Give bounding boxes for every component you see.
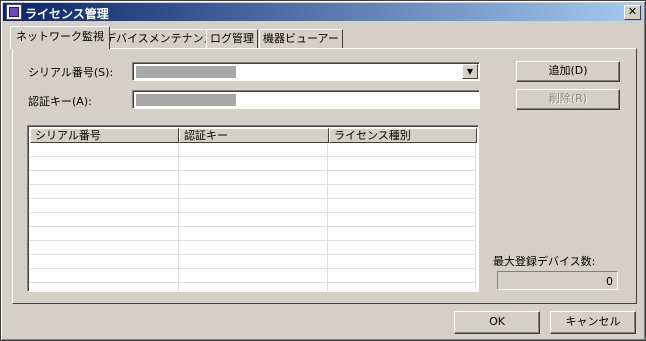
table-cell: [328, 283, 477, 291]
serial-combobox[interactable]: ▼: [132, 62, 480, 81]
table-cell: [30, 269, 179, 282]
window-title: ライセンス管理: [25, 7, 109, 21]
table-cell: [328, 241, 477, 254]
table-cell: [30, 199, 179, 212]
tab-network-monitor[interactable]: ネットワーク監視: [10, 26, 110, 49]
table-cell: [179, 143, 329, 156]
table-cell: [328, 199, 477, 212]
table-cell: [328, 157, 477, 170]
table-header: シリアル番号 認証キー ライセンス種別: [30, 128, 477, 143]
tab-device-viewer[interactable]: 機器ビューアー: [259, 29, 343, 48]
table-cell: [179, 269, 329, 282]
table-cell: [179, 227, 329, 240]
table-cell: [328, 171, 477, 184]
table-cell: [30, 241, 179, 254]
add-button[interactable]: 追加(D): [516, 61, 620, 82]
table-cell: [328, 143, 477, 156]
table-cell: [30, 255, 179, 268]
table-row[interactable]: [30, 227, 477, 241]
auth-key-value: [136, 94, 236, 106]
table-cell: [328, 255, 477, 268]
tab-log-management[interactable]: ログ管理: [206, 29, 258, 48]
license-table[interactable]: シリアル番号 認証キー ライセンス種別: [27, 125, 479, 292]
table-cell: [179, 171, 329, 184]
table-cell: [30, 227, 179, 240]
column-header-license-type[interactable]: ライセンス種別: [329, 128, 477, 143]
license-dialog: ライセンス管理 ✕ ネットワーク監視 デバイスメンテナンス ログ管理 機器ビュー…: [0, 0, 646, 341]
table-cell: [179, 185, 329, 198]
tab-device-maintenance[interactable]: デバイスメンテナンス: [101, 29, 219, 48]
title-bar[interactable]: ライセンス管理 ✕: [3, 3, 643, 21]
table-cell: [30, 283, 179, 291]
table-row[interactable]: [30, 185, 477, 199]
table-cell: [30, 185, 179, 198]
table-cell: [30, 157, 179, 170]
table-cell: [179, 213, 329, 226]
table-row[interactable]: [30, 269, 477, 283]
table-cell: [179, 241, 329, 254]
max-devices-value: 0: [497, 271, 618, 290]
close-icon: ✕: [627, 5, 638, 18]
table-row[interactable]: [30, 213, 477, 227]
column-header-auth-key[interactable]: 認証キー: [179, 128, 329, 143]
table-cell: [179, 157, 329, 170]
table-row[interactable]: [30, 255, 477, 269]
table-row[interactable]: [30, 157, 477, 171]
delete-button[interactable]: 削除(R): [516, 89, 620, 110]
app-icon: [6, 4, 22, 20]
table-cell: [328, 269, 477, 282]
table-cell: [30, 171, 179, 184]
table-row[interactable]: [30, 283, 477, 291]
auth-key-label: 認証キー(A):: [28, 95, 92, 108]
max-devices-label: 最大登録デバイス数:: [493, 255, 596, 268]
table-cell: [30, 213, 179, 226]
auth-key-input[interactable]: [132, 90, 480, 109]
table-cell: [179, 283, 329, 291]
table-cell: [179, 255, 329, 268]
table-cell: [30, 143, 179, 156]
table-cell: [328, 227, 477, 240]
cancel-button[interactable]: キャンセル: [550, 311, 636, 334]
serial-label: シリアル番号(S):: [28, 66, 114, 79]
table-row[interactable]: [30, 241, 477, 255]
table-row[interactable]: [30, 171, 477, 185]
table-cell: [328, 185, 477, 198]
table-cell: [328, 213, 477, 226]
table-cell: [179, 199, 329, 212]
serial-value: [136, 66, 236, 78]
table-row[interactable]: [30, 143, 477, 157]
chevron-down-icon[interactable]: ▼: [462, 64, 478, 79]
close-button[interactable]: ✕: [624, 5, 641, 20]
table-row[interactable]: [30, 199, 477, 213]
table-body: [30, 143, 477, 291]
column-header-serial[interactable]: シリアル番号: [30, 128, 179, 143]
ok-button[interactable]: OK: [454, 311, 540, 334]
